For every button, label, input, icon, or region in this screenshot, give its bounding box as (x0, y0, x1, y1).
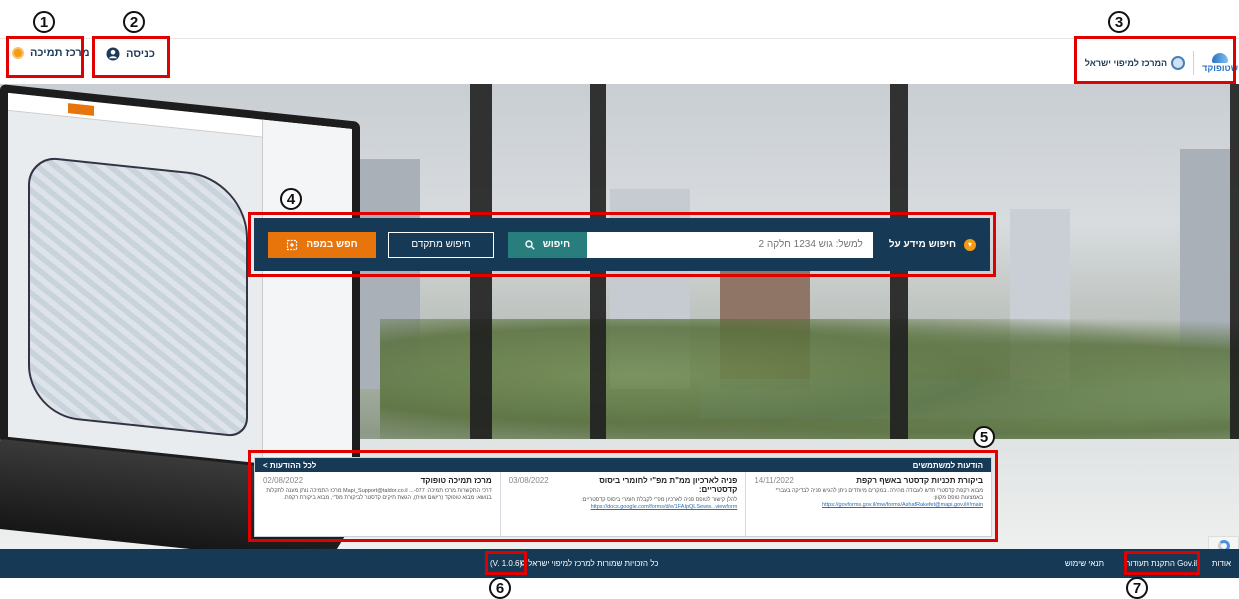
login-label: כניסה (126, 48, 155, 60)
callout-badge: 5 (973, 426, 995, 448)
callout-badge: 3 (1108, 11, 1130, 33)
announcements-list: ביקורת תכניות קדסטר באשף רקפת 14/11/2022… (255, 472, 991, 536)
search-input[interactable] (586, 231, 873, 258)
callout-badge: 7 (1126, 577, 1148, 599)
announcement-title: פניה לארכיון ממ"ת מפ"י לחומרי ביסוס קדסט… (599, 476, 738, 494)
map-search-label: חפש במפה (306, 239, 358, 250)
footer-about-link[interactable]: אודות (1212, 559, 1231, 568)
laptop-map (28, 154, 248, 439)
announcement-text: דרכי התקשרות מרכז תמיכה: 077-... Mapi_Su… (266, 488, 492, 502)
chevron-down-icon[interactable]: ▾ (964, 238, 976, 251)
search-label: חיפוש מידע על (888, 239, 956, 250)
announcement-card: פניה לארכיון ממ"ת מפ"י לחומרי ביסוס קדסט… (499, 472, 746, 536)
support-center-button[interactable]: מרכז תמיכה (12, 47, 90, 59)
footer-version: (V. 1.0.6) (490, 559, 523, 568)
top-header: מרכז תמיכה כניסה המרכז למיפוי ישראל שטופ… (0, 38, 1239, 84)
map-select-icon (287, 239, 298, 250)
announcement-card: מרכז תמיכה טופוקד 02/08/2022 דרכי התקשרו… (255, 472, 500, 536)
callout-badge: 1 (33, 11, 55, 33)
user-icon (106, 47, 120, 61)
search-icon (525, 239, 535, 250)
mapi-logo[interactable]: המרכז למיפוי ישראל (1084, 56, 1186, 70)
mapi-logo-icon (1171, 56, 1186, 70)
footer: אודות התקנת תעודות Gov.il תנאי שימוש © כ… (0, 549, 1239, 578)
announcement-link[interactable]: https://govforms.gov.il/mw/forms/AshafRa… (754, 502, 983, 508)
announcement-date: 14/11/2022 (754, 476, 794, 485)
footer-copyright: © כל הזכויות שמורות למרכז למיפוי ישראל (520, 559, 659, 568)
announcement-card: ביקורת תכניות קדסטר באשף רקפת 14/11/2022… (745, 472, 991, 536)
laptop-image (0, 84, 380, 549)
announcement-date: 03/08/2022 (508, 476, 549, 485)
callout-badge: 6 (489, 577, 511, 599)
announcement-title: מרכז תמיכה טופוקד (420, 476, 492, 485)
search-button[interactable]: חיפוש (507, 231, 587, 258)
laptop-side-panel (262, 119, 352, 473)
mapi-logo-text: המרכז למיפוי ישראל (1084, 58, 1168, 68)
login-button[interactable]: כניסה (106, 47, 155, 61)
footer-terms-link[interactable]: תנאי שימוש (1065, 559, 1104, 568)
announcement-text: להלן קישור לטופס פניה לארכיון מפ"י לקבלת… (581, 497, 738, 503)
support-center-label: מרכז תמיכה (30, 47, 90, 59)
footer-certificates-link[interactable]: התקנת תעודות Gov.il (1125, 559, 1197, 568)
topocad-logo[interactable]: שטופוקד (1202, 53, 1238, 73)
search-button-label: חיפוש (542, 239, 571, 250)
announcement-link[interactable]: https://docs.google.com/forms/d/e/1FAIpQ… (509, 504, 738, 510)
logo-divider (1193, 51, 1195, 75)
map-search-button[interactable]: חפש במפה (268, 231, 376, 258)
announcement-text: מבוא רקפת קדסטרי חדש לעבודה מהירה. במקרי… (775, 488, 983, 502)
laptop-screen-content (8, 92, 352, 473)
announcement-date: 02/08/2022 (262, 476, 304, 485)
topocad-logo-icon (1212, 53, 1229, 63)
callout-badge: 2 (123, 11, 145, 33)
all-announcements-link[interactable]: לכל ההודעות > (263, 461, 316, 470)
announcements-header: הודעות למשתמשים לכל ההודעות > (255, 458, 991, 472)
advanced-search-button[interactable]: חיפוש מתקדם (387, 231, 494, 258)
announcements-title: הודעות למשתמשים (912, 460, 983, 470)
laptop-app-button (68, 103, 94, 116)
logos-area: המרכז למיפוי ישראל שטופוקד (1078, 43, 1238, 83)
callout-badge: 4 (280, 188, 302, 210)
topocad-logo-text: שטופוקד (1202, 63, 1238, 73)
search-panel: ▾ חיפוש מידע על חיפוש חיפוש מתקדם חפש במ… (254, 218, 990, 271)
announcements-panel: הודעות למשתמשים לכל ההודעות > ביקורת תכנ… (254, 457, 992, 537)
laptop-screen (0, 84, 360, 482)
trees-image (380, 319, 1239, 459)
lifebuoy-icon (12, 47, 24, 59)
announcement-title: ביקורת תכניות קדסטר באשף רקפת (856, 476, 983, 485)
